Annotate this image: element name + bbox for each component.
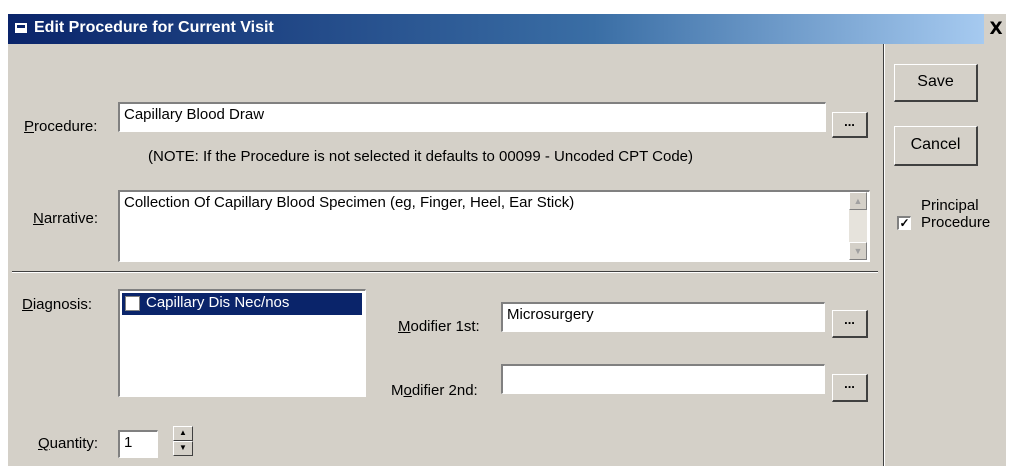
diagnosis-checkbox[interactable] (125, 296, 140, 311)
modifier2-field[interactable] (501, 364, 825, 394)
quantity-stepper[interactable]: ▲ ▼ (173, 426, 193, 456)
quantity-label: Quantity: (38, 435, 99, 452)
principal-label-line2: Procedure (921, 214, 991, 231)
modifier1-label: Modifier 1st: (398, 318, 480, 335)
procedure-field[interactable]: Capillary Blood Draw (118, 102, 826, 132)
modifier2-browse-button[interactable]: ... (832, 374, 868, 402)
horizontal-divider (12, 271, 878, 273)
procedure-label: Procedure: (24, 118, 98, 135)
save-button[interactable]: Save (894, 64, 978, 102)
vertical-divider (883, 44, 885, 466)
title-bar[interactable]: Edit Procedure for Current Visit (8, 14, 984, 44)
close-button[interactable]: X (988, 20, 1004, 38)
cancel-button[interactable]: Cancel (894, 126, 978, 166)
procedure-note: (NOTE: If the Procedure is not selected … (148, 148, 694, 165)
list-item[interactable]: Capillary Dis Nec/nos (122, 293, 362, 315)
principal-procedure-checkbox[interactable]: ✓ (897, 216, 911, 230)
scroll-down-icon[interactable]: ▼ (849, 242, 867, 260)
principal-procedure-label: Principal Procedure (921, 197, 990, 231)
diagnosis-item-label: Capillary Dis Nec/nos (146, 294, 290, 311)
modifier2-label: Modifier 2nd: (391, 382, 478, 399)
diagnosis-list[interactable]: Capillary Dis Nec/nos (118, 289, 366, 397)
diagnosis-label: Diagnosis: (22, 296, 93, 313)
quantity-input[interactable]: 1 (118, 430, 158, 458)
edit-procedure-dialog: Edit Procedure for Current Visit X Proce… (8, 14, 1006, 466)
narrative-label: Narrative: (33, 210, 99, 227)
scroll-up-icon[interactable]: ▲ (849, 192, 867, 210)
modifier1-field[interactable]: Microsurgery (501, 302, 825, 332)
window-title: Edit Procedure for Current Visit (34, 19, 274, 36)
principal-label-line1: Principal (921, 197, 979, 214)
spin-down-icon[interactable]: ▼ (173, 441, 193, 456)
spin-up-icon[interactable]: ▲ (173, 426, 193, 441)
modifier1-browse-button[interactable]: ... (832, 310, 868, 338)
procedure-browse-button[interactable]: ... (832, 112, 868, 138)
window-icon (14, 22, 28, 34)
narrative-textarea[interactable]: Collection Of Capillary Blood Specimen (… (118, 190, 870, 262)
narrative-scrollbar[interactable]: ▲ ▼ (849, 192, 867, 260)
